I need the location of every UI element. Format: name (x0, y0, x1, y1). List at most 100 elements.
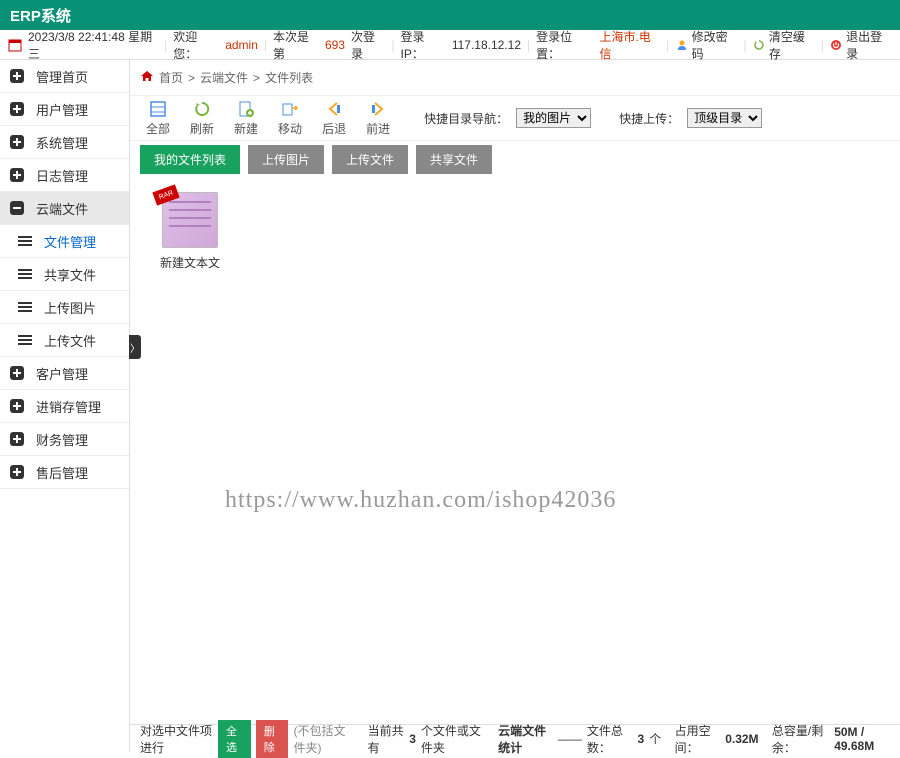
sidebar-item-label: 客户管理 (36, 364, 88, 383)
sidebar-item-label: 管理首页 (36, 67, 88, 86)
logout-link[interactable]: 退出登录 (830, 28, 892, 62)
sidebar-item-label: 上传图片 (44, 298, 96, 317)
tabs: 我的文件列表 上传图片 上传文件 共享文件 (130, 141, 900, 177)
footer-note: (不包括文件夹) (293, 722, 354, 756)
refresh-icon (753, 38, 766, 52)
login-ip: 117.18.12.12 (452, 38, 521, 52)
current-count: 3 (409, 732, 416, 746)
list-icon (18, 302, 32, 312)
home-icon[interactable] (140, 69, 154, 86)
login-loc-label: 登录位置： (536, 28, 593, 62)
tool-move[interactable]: 移动 (272, 100, 308, 137)
watermark: https://www.huzhan.com/ishop42036 (225, 487, 616, 514)
sidebar-item-label: 系统管理 (36, 133, 88, 152)
sidebar-item-9[interactable]: 客户管理 (0, 357, 129, 390)
plus-icon (10, 69, 24, 83)
sidebar-item-label: 上传文件 (44, 331, 96, 350)
file-thumb: RAR (162, 192, 218, 248)
plus-icon (10, 432, 24, 446)
list-icon (18, 236, 32, 246)
list-icon (18, 269, 32, 279)
breadcrumb-home[interactable]: 首页 (159, 69, 183, 86)
tool-all[interactable]: 全部 (140, 100, 176, 137)
sidebar-item-1[interactable]: 用户管理 (0, 93, 129, 126)
tool-new[interactable]: 新建 (228, 100, 264, 137)
content-area: 首页 > 云端文件 > 文件列表 全部 刷新 新建 移动 (130, 60, 900, 752)
calendar-icon (8, 38, 22, 52)
refresh-icon (193, 100, 211, 118)
sidebar-item-3[interactable]: 日志管理 (0, 159, 129, 192)
login-count-pre: 本次是第 (273, 28, 319, 62)
file-area: RAR 新建文本文 https://www.huzhan.com/ishop42… (130, 177, 900, 752)
breadcrumb-l1[interactable]: 云端文件 (200, 69, 248, 86)
file-name: 新建文本文 (160, 254, 220, 271)
user-icon (675, 38, 688, 52)
forward-icon (369, 100, 387, 118)
breadcrumb-l2: 文件列表 (265, 69, 313, 86)
footer-bar: 对选中文件项进行 全选 删除 (不包括文件夹) 当前共有 3 个文件或文件夹 云… (130, 724, 900, 752)
quick-nav-select[interactable]: 我的图片 (516, 108, 591, 128)
sidebar-item-label: 用户管理 (36, 100, 88, 119)
stat-title: 云端文件统计 (498, 722, 553, 756)
sidebar-item-7[interactable]: 上传图片 (0, 291, 129, 324)
sidebar-item-2[interactable]: 系统管理 (0, 126, 129, 159)
quick-upload-select[interactable]: 顶级目录 (687, 108, 762, 128)
sidebar-item-0[interactable]: 管理首页 (0, 60, 129, 93)
plus-icon (10, 102, 24, 116)
sidebar-item-label: 云端文件 (36, 199, 88, 218)
app-title-bar: ERP系统 (0, 0, 900, 30)
tab-upload-file[interactable]: 上传文件 (332, 145, 408, 174)
plus-icon (10, 465, 24, 479)
tab-share-file[interactable]: 共享文件 (416, 145, 492, 174)
quick-nav-label: 快捷目录导航： (424, 110, 508, 127)
tool-back[interactable]: 后退 (316, 100, 352, 137)
welcome-label: 欢迎您： (173, 28, 219, 62)
quick-upload-label: 快捷上传： (619, 110, 679, 127)
back-icon (325, 100, 343, 118)
footer-label: 对选中文件项进行 (140, 722, 213, 756)
clear-cache-link[interactable]: 清空缓存 (753, 28, 815, 62)
minus-icon (10, 201, 24, 215)
sidebar-item-12[interactable]: 售后管理 (0, 456, 129, 489)
move-icon (281, 100, 299, 118)
sidebar-item-5[interactable]: 文件管理 (0, 225, 129, 258)
sidebar-item-label: 财务管理 (36, 430, 88, 449)
sidebar-item-6[interactable]: 共享文件 (0, 258, 129, 291)
sidebar-item-11[interactable]: 财务管理 (0, 423, 129, 456)
change-password-link[interactable]: 修改密码 (675, 28, 737, 62)
login-count: 693 (325, 38, 345, 52)
new-icon (237, 100, 255, 118)
breadcrumb: 首页 > 云端文件 > 文件列表 (130, 60, 900, 96)
info-bar: 2023/3/8 22:41:48 星期三 | 欢迎您： admin | 本次是… (0, 30, 900, 60)
login-loc: 上海市.电信 (600, 28, 661, 62)
sidebar-item-label: 售后管理 (36, 463, 88, 482)
plus-icon (10, 399, 24, 413)
login-count-post: 次登录 (351, 28, 385, 62)
plus-icon (10, 366, 24, 380)
space-used: 0.32M (725, 732, 758, 746)
toolbar: 全部 刷新 新建 移动 后退 前进 快捷目录导航： (130, 96, 900, 141)
sidebar-item-label: 进销存管理 (36, 397, 101, 416)
username: admin (225, 38, 258, 52)
sidebar: 管理首页用户管理系统管理日志管理云端文件文件管理共享文件上传图片上传文件客户管理… (0, 60, 130, 752)
tool-forward[interactable]: 前进 (360, 100, 396, 137)
list-icon (18, 335, 32, 345)
tab-my-files[interactable]: 我的文件列表 (140, 145, 240, 174)
tool-refresh[interactable]: 刷新 (184, 100, 220, 137)
login-ip-label: 登录IP： (401, 28, 446, 62)
plus-icon (10, 135, 24, 149)
total-count: 3 (638, 732, 645, 746)
datetime: 2023/3/8 22:41:48 星期三 (28, 28, 158, 62)
tab-upload-image[interactable]: 上传图片 (248, 145, 324, 174)
sidebar-item-4[interactable]: 云端文件 (0, 192, 129, 225)
capacity: 50M / 49.68M (834, 725, 890, 753)
sidebar-item-10[interactable]: 进销存管理 (0, 390, 129, 423)
sidebar-item-label: 文件管理 (44, 232, 96, 251)
plus-icon (10, 168, 24, 182)
file-item[interactable]: RAR 新建文本文 (145, 192, 235, 271)
power-icon (830, 38, 843, 52)
sidebar-item-label: 共享文件 (44, 265, 96, 284)
grid-icon (149, 100, 167, 118)
app-title: ERP系统 (10, 5, 71, 26)
sidebar-item-8[interactable]: 上传文件 (0, 324, 129, 357)
